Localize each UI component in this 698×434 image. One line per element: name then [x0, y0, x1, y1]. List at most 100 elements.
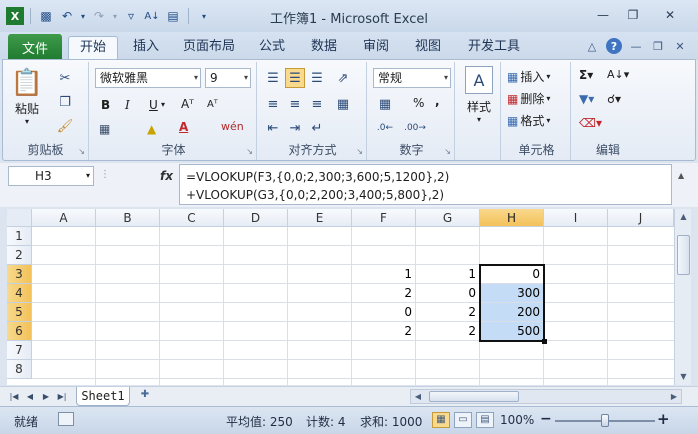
row-header-5[interactable]: 5 [7, 303, 32, 322]
workbook-close-icon[interactable]: ✕ [672, 38, 688, 54]
tab-review[interactable]: 审阅 [354, 36, 398, 60]
vertical-scrollbar[interactable]: ▲ ▼ [674, 209, 691, 385]
orientation-icon[interactable]: ⇗ [333, 68, 353, 88]
name-box[interactable]: H3 ▾ [8, 166, 94, 186]
page-break-view-icon[interactable]: ▤ [476, 412, 494, 428]
minimize-icon[interactable]: — [590, 6, 616, 24]
dialog-launcher-icon[interactable]: ↘ [246, 147, 253, 156]
tab-home[interactable]: 开始 [68, 36, 118, 60]
zoom-level[interactable]: 100% [500, 413, 534, 427]
increase-decimal-icon[interactable]: .0← [375, 118, 395, 138]
expand-formula-bar-icon[interactable]: ▲ [678, 171, 684, 180]
page-layout-view-icon[interactable]: ▭ [454, 412, 472, 428]
font-name-dropdown[interactable]: 微软雅黑 ▾ [95, 68, 201, 88]
fill-handle[interactable] [542, 339, 547, 344]
cell-g6[interactable]: 2 [416, 322, 480, 341]
minimize-ribbon-icon[interactable]: △ [584, 38, 600, 54]
row-header-3[interactable]: 3 [7, 265, 32, 284]
grow-font-icon[interactable]: Aᵀ [181, 97, 194, 111]
row-header-2[interactable]: 2 [7, 246, 32, 265]
tab-formulas[interactable]: 公式 [250, 36, 294, 60]
zoom-in-button[interactable]: + [657, 410, 670, 428]
autosum-icon[interactable]: Σ▾ [579, 68, 593, 82]
save-icon[interactable]: ▩ [37, 7, 55, 25]
cell-g4[interactable]: 0 [416, 284, 480, 303]
column-header-d[interactable]: D [224, 209, 288, 227]
underline-button[interactable]: U [149, 98, 158, 112]
scroll-right-icon[interactable]: ▶ [667, 390, 681, 403]
tab-insert[interactable]: 插入 [124, 36, 168, 60]
cell-h4[interactable]: 300 [480, 284, 544, 303]
last-sheet-icon[interactable]: ▶| [56, 390, 68, 404]
form-icon[interactable]: ▤ [164, 7, 182, 25]
align-bottom-icon[interactable]: ☰ [307, 68, 327, 88]
copy-icon[interactable]: ❐ [55, 92, 75, 112]
redo-dropdown-icon[interactable]: ▾ [111, 7, 119, 25]
font-size-dropdown[interactable]: 9 ▾ [205, 68, 251, 88]
align-middle-icon[interactable]: ☰ [285, 68, 305, 88]
insert-cells-button[interactable]: ▦ 插入 ▾ [507, 68, 550, 85]
cell-g3[interactable]: 1 [416, 265, 480, 284]
align-right-icon[interactable]: ≡ [307, 94, 327, 114]
delete-cells-button[interactable]: ▦ 删除 ▾ [507, 90, 550, 107]
cell-f4[interactable]: 2 [352, 284, 416, 303]
clear-icon[interactable]: ⌫▾ [579, 116, 602, 130]
tab-file[interactable]: 文件 [8, 34, 62, 60]
cell-f5[interactable]: 0 [352, 303, 416, 322]
row-header-7[interactable]: 7 [7, 341, 32, 360]
dialog-launcher-icon[interactable]: ↘ [356, 147, 363, 156]
comma-button[interactable]: , [435, 94, 440, 108]
scroll-up-icon[interactable]: ▲ [675, 209, 692, 225]
tab-data[interactable]: 数据 [302, 36, 346, 60]
excel-logo-icon[interactable]: X [6, 7, 24, 25]
wrap-text-icon[interactable]: ↵ [307, 118, 327, 138]
formula-input[interactable]: =VLOOKUP(F3,{0,0;2,300;3,600;5,1200},2) … [179, 164, 672, 205]
prev-sheet-icon[interactable]: ◀ [24, 390, 36, 404]
merge-center-icon[interactable]: ▦ [333, 94, 353, 114]
fill-color-icon[interactable]: ▲ [147, 122, 156, 136]
align-left-icon[interactable]: ≡ [263, 94, 283, 114]
cell-h6[interactable]: 500 [480, 322, 544, 341]
undo-icon[interactable]: ↶ [58, 7, 76, 25]
redo-icon[interactable]: ↷ [90, 7, 108, 25]
scroll-down-icon[interactable]: ▼ [675, 369, 692, 385]
fill-icon[interactable]: ▼▾ [579, 92, 594, 106]
number-format-dropdown[interactable]: 常规 ▾ [373, 68, 451, 88]
horizontal-scrollbar[interactable]: ◀ ▶ [410, 389, 682, 404]
cell-g5[interactable]: 2 [416, 303, 480, 322]
row-header-1[interactable]: 1 [7, 227, 32, 246]
row-header-8[interactable]: 8 [7, 360, 32, 379]
vertical-scroll-thumb[interactable] [677, 235, 690, 275]
zoom-slider-thumb[interactable] [601, 414, 609, 427]
bold-button[interactable]: B [101, 98, 110, 112]
cell-h5[interactable]: 200 [480, 303, 544, 322]
cut-icon[interactable]: ✂ [55, 68, 75, 88]
cell-h3[interactable]: 0 [480, 265, 544, 284]
column-header-b[interactable]: B [96, 209, 160, 227]
percent-button[interactable]: % [413, 96, 424, 110]
column-header-f[interactable]: F [352, 209, 416, 227]
close-icon[interactable]: ✕ [650, 6, 690, 24]
zoom-out-button[interactable]: − [540, 411, 552, 427]
decrease-indent-icon[interactable]: ⇤ [263, 118, 283, 138]
insert-function-button[interactable]: fx [160, 169, 173, 183]
format-cells-button[interactable]: ▦ 格式 ▾ [507, 112, 550, 129]
tab-view[interactable]: 视图 [406, 36, 450, 60]
sort-filter-icon[interactable]: A↓▾ [607, 68, 629, 81]
column-header-h[interactable]: H [480, 209, 544, 227]
paste-button[interactable]: 📋 粘贴 ▾ [9, 66, 45, 126]
customize-toolbar-icon[interactable]: ▾ [195, 7, 213, 25]
row-header-6[interactable]: 6 [7, 322, 32, 341]
filter-icon[interactable]: ▿ [122, 7, 140, 25]
decrease-decimal-icon[interactable]: .00→ [404, 118, 426, 138]
restore-icon[interactable]: ❐ [620, 6, 646, 24]
dialog-launcher-icon[interactable]: ↘ [78, 147, 85, 156]
shrink-font-icon[interactable]: Aᵀ [207, 99, 218, 110]
workbook-minimize-icon[interactable]: — [628, 38, 644, 54]
tab-developer[interactable]: 开发工具 [458, 36, 530, 60]
column-header-j[interactable]: J [608, 209, 674, 227]
dialog-launcher-icon[interactable]: ↘ [444, 147, 451, 156]
help-icon[interactable]: ? [606, 38, 622, 54]
cell-f3[interactable]: 1 [352, 265, 416, 284]
worksheet-grid[interactable]: A B C D E F G H I J 1 2 3 4 5 6 7 8 1 1 … [7, 209, 674, 385]
